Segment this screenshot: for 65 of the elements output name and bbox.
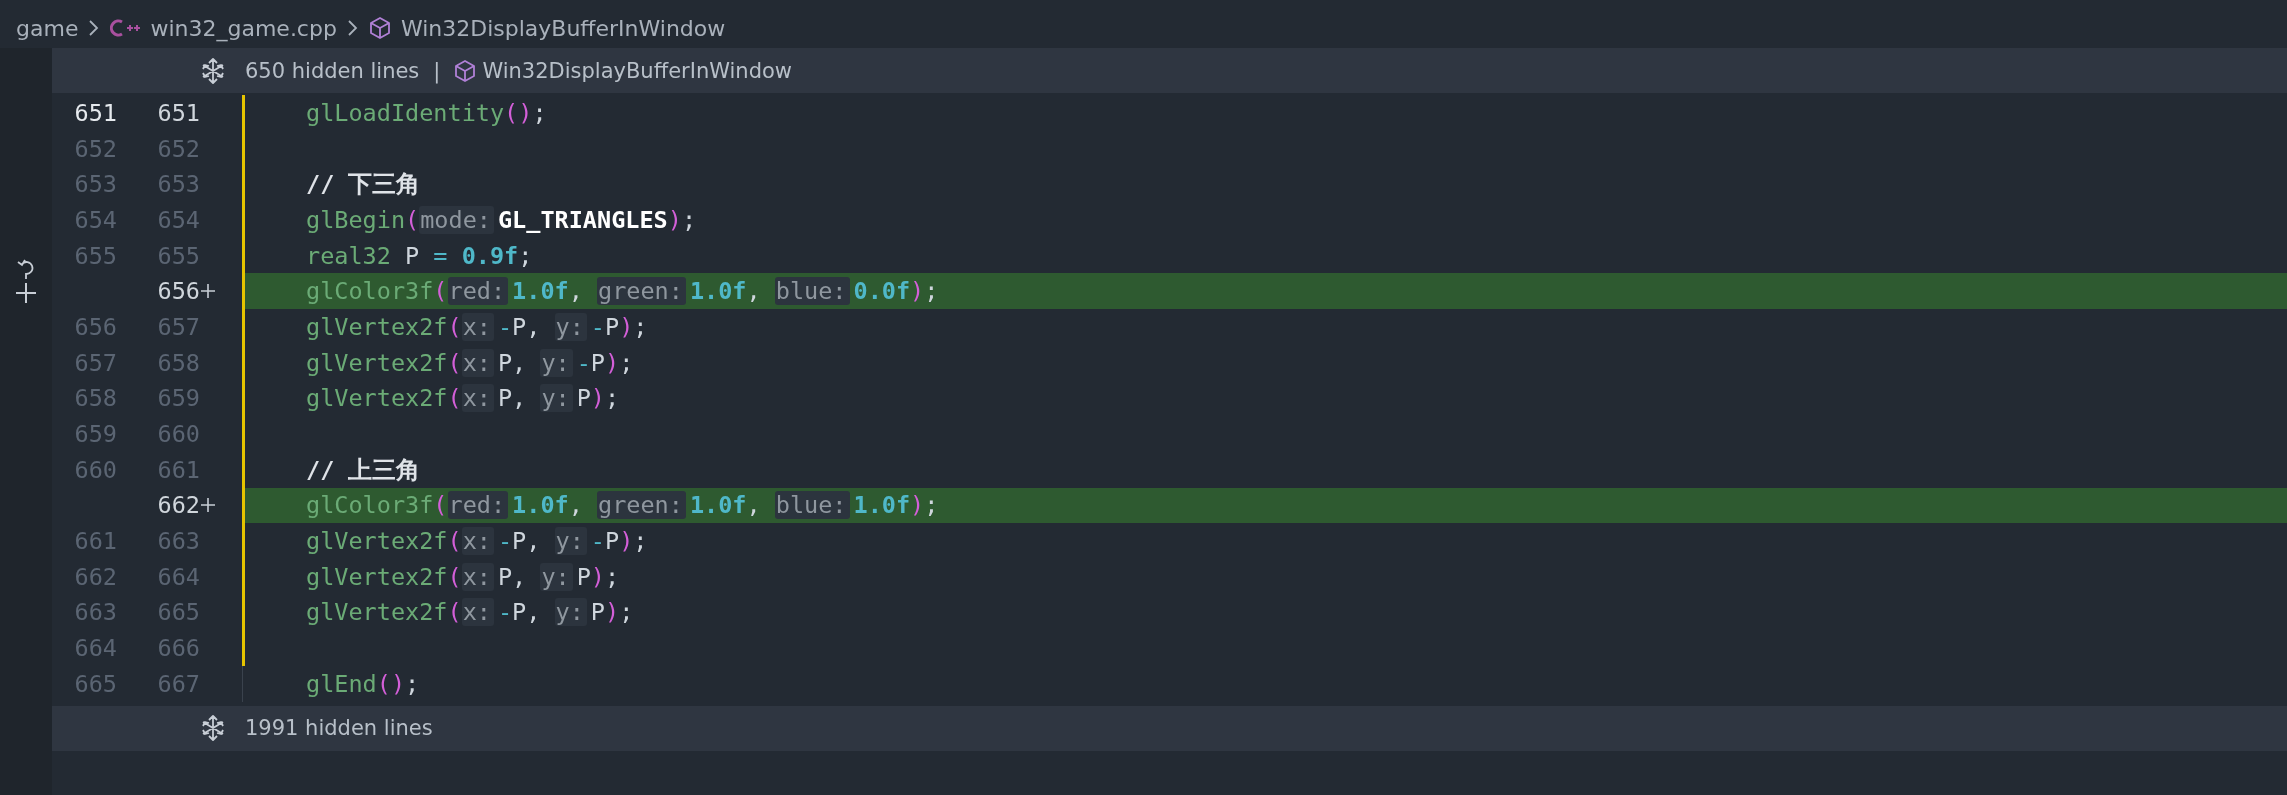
old-line-number: 664 [74, 634, 117, 663]
code-line: glVertex2f(x: -P, y: -P); [306, 312, 648, 341]
old-line-number: 653 [74, 170, 117, 199]
folder-breadcrumb[interactable]: game [16, 15, 79, 41]
new-line-number: 659 [157, 384, 200, 413]
new-line-number: 657 [157, 312, 200, 341]
symbol-name: Win32DisplayBufferInWindow [482, 58, 792, 83]
hidden-lines-label: 650 hidden lines [245, 58, 420, 83]
unfold-icon[interactable] [201, 715, 225, 742]
new-line-number: 652 [157, 134, 200, 163]
old-line-number: 652 [74, 134, 117, 163]
code-comment: // 上三角 [306, 454, 421, 486]
new-line-number: 664 [157, 562, 200, 591]
new-line-number: 661 [157, 455, 200, 484]
hidden-lines-bar[interactable]: 1991 hidden lines [52, 705, 2287, 751]
code-line: glLoadIdentity(); [306, 98, 547, 127]
old-line-number: 657 [74, 348, 117, 377]
separator-text: | [433, 58, 441, 83]
added-line-icon [200, 283, 216, 300]
new-line-number: 660 [157, 420, 200, 449]
old-line-number: 660 [74, 455, 117, 484]
unfold-icon[interactable] [201, 57, 225, 84]
old-line-number: 662 [74, 562, 117, 591]
code-line: glVertex2f(x: -P, y: P); [306, 598, 634, 627]
added-line-icon [200, 497, 216, 514]
new-line-number: 667 [157, 669, 200, 698]
new-line-number: 662 [157, 491, 200, 520]
symbol-icon [368, 16, 391, 40]
code-line: glEnd(); [306, 669, 420, 698]
code-line: glBegin(mode: GL_TRIANGLES); [306, 205, 697, 234]
old-line-number: 663 [74, 598, 117, 627]
hidden-lines-bar[interactable]: 650 hidden lines | Win32DisplayBufferInWindow [52, 48, 2287, 93]
new-line-number: 655 [157, 241, 200, 270]
new-line-number: 651 [157, 98, 200, 127]
new-line-number: 666 [157, 634, 200, 663]
plus-icon[interactable] [15, 282, 37, 304]
old-line-number: 651 [74, 98, 117, 127]
code-line: glVertex2f(x: P, y: -P); [306, 348, 634, 377]
code-line: glColor3f(red: 1.0f, green: 1.0f, blue: 1.0f); [306, 491, 939, 520]
code-line: glColor3f(red: 1.0f, green: 1.0f, blue: 0.0f); [306, 277, 939, 306]
symbol-icon [454, 58, 477, 83]
old-line-number: 656 [74, 312, 117, 341]
new-line-number: 653 [157, 170, 200, 199]
code-comment: // 下三角 [306, 169, 421, 201]
chevron-right-icon [88, 19, 101, 37]
new-line-number: 656 [157, 277, 200, 306]
code-line: glVertex2f(x: P, y: P); [306, 562, 620, 591]
code-line: real32 P = 0.9f; [306, 241, 533, 270]
new-line-number: 658 [157, 348, 200, 377]
new-line-number: 665 [157, 598, 200, 627]
old-line-number: 659 [74, 420, 117, 449]
cpp-file-icon [110, 18, 141, 38]
code-line: glVertex2f(x: -P, y: -P); [306, 527, 648, 556]
new-line-number: 654 [157, 205, 200, 234]
old-line-number: 658 [74, 384, 117, 413]
old-line-number: 654 [74, 205, 117, 234]
code-line: glVertex2f(x: P, y: P); [306, 384, 620, 413]
old-line-number: 661 [74, 527, 117, 556]
old-line-number: 665 [74, 669, 117, 698]
old-line-number: 655 [74, 241, 117, 270]
chevron-right-icon [346, 19, 359, 37]
hidden-lines-label: 1991 hidden lines [245, 716, 433, 741]
new-line-number: 663 [157, 527, 200, 556]
file-breadcrumb[interactable]: win32_game.cpp [150, 15, 337, 41]
symbol-breadcrumb[interactable]: Win32DisplayBufferInWindow [400, 15, 726, 41]
